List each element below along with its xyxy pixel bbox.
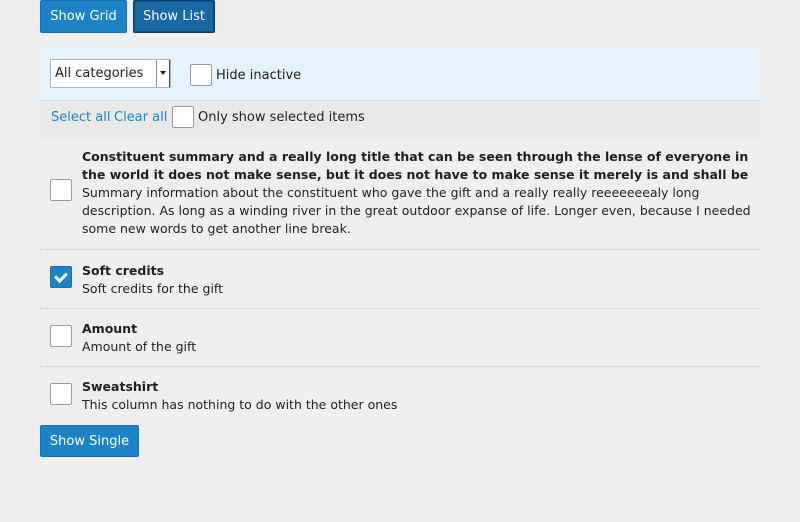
only-selected-checkbox[interactable] <box>172 106 194 128</box>
dropdown-arrow-icon[interactable] <box>156 60 170 87</box>
list-item: Amount Amount of the gift <box>40 309 760 367</box>
filter-bar: All categories Hide inactive <box>40 48 760 101</box>
list-item: Constituent summary and a really long ti… <box>40 137 760 250</box>
select-all-link[interactable]: Select all <box>51 110 110 125</box>
clear-all-link[interactable]: Clear all <box>114 110 167 125</box>
list-item: Sweatshirt This column has nothing to do… <box>40 367 760 423</box>
show-grid-button[interactable]: Show Grid <box>40 0 127 33</box>
item-checkbox-constituent-summary[interactable] <box>50 179 72 201</box>
item-title: Constituent summary and a really long ti… <box>82 149 749 182</box>
item-checkbox-soft-credits[interactable] <box>50 266 72 288</box>
show-single-button[interactable]: Show Single <box>40 425 139 457</box>
item-text: Soft credits Soft credits for the gift <box>82 262 752 298</box>
item-description: This column has nothing to do with the o… <box>82 397 398 412</box>
selection-bar: Select all Clear all Only show selected … <box>40 101 760 137</box>
show-list-button[interactable]: Show List <box>133 0 215 33</box>
item-checkbox-amount[interactable] <box>50 325 72 347</box>
hide-inactive-checkbox[interactable] <box>190 64 212 86</box>
item-description: Summary information about the constituen… <box>82 185 751 236</box>
item-description: Amount of the gift <box>82 339 197 354</box>
only-selected-label: Only show selected items <box>198 110 365 125</box>
item-checkbox-sweatshirt[interactable] <box>50 383 72 405</box>
item-text: Amount Amount of the gift <box>82 320 752 356</box>
list-item: Soft credits Soft credits for the gift <box>40 250 760 309</box>
item-text: Sweatshirt This column has nothing to do… <box>82 378 752 414</box>
item-description: Soft credits for the gift <box>82 281 223 296</box>
hide-inactive-label: Hide inactive <box>216 68 302 83</box>
category-select-value: All categories <box>55 66 144 81</box>
category-select[interactable]: All categories <box>50 59 171 88</box>
item-title: Soft credits <box>82 263 165 278</box>
item-text: Constituent summary and a really long ti… <box>82 148 752 238</box>
item-title: Amount <box>82 321 138 336</box>
item-title: Sweatshirt <box>82 379 159 394</box>
